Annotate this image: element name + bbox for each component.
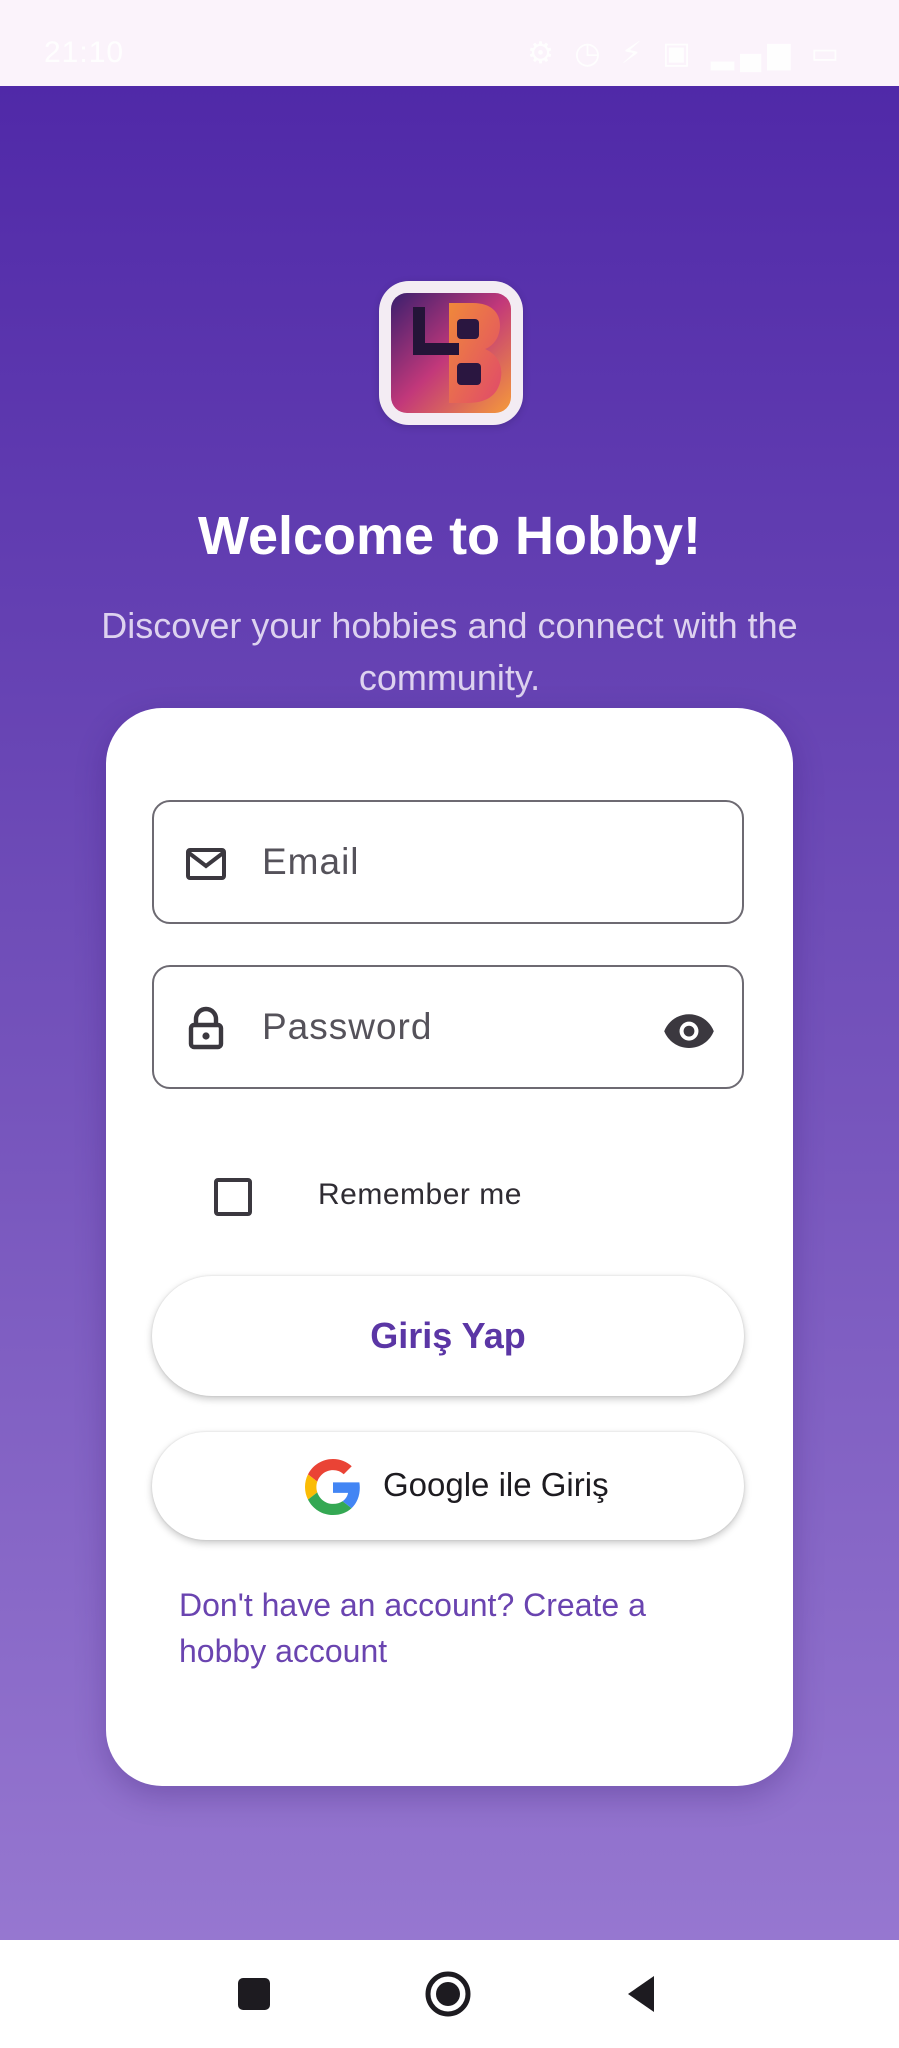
mail-icon (186, 848, 226, 880)
status-bar: 21:10 ⚙ ◷ ⚡ ▣ ▂▄▆ ▭ (0, 0, 899, 86)
welcome-subtitle: Discover your hobbies and connect with t… (101, 605, 798, 698)
remember-me-label: Remember me (318, 1178, 522, 1211)
email-input[interactable] (262, 832, 682, 892)
eye-icon[interactable] (662, 1003, 716, 1057)
remember-me-checkbox[interactable] (214, 1178, 252, 1216)
login-card: Remember me Giriş Yap Google ile Giriş D… (106, 708, 793, 1786)
create-account-link[interactable]: Don't have an account? Create a hobby ac… (179, 1582, 699, 1674)
google-login-label: Google ile Giriş (383, 1466, 609, 1503)
password-input[interactable] (262, 997, 682, 1057)
email-field[interactable] (152, 800, 744, 924)
login-button[interactable]: Giriş Yap (152, 1276, 744, 1396)
remember-me-row[interactable]: Remember me (210, 1158, 610, 1238)
back-triangle-icon[interactable] (614, 1966, 670, 2022)
status-time: 21:10 (44, 36, 125, 69)
recents-square-icon[interactable] (226, 1966, 282, 2022)
home-circle-icon[interactable] (420, 1966, 476, 2022)
app-logo (379, 281, 523, 425)
navigation-bar (0, 1940, 899, 2048)
login-screen: 21:10 ⚙ ◷ ⚡ ▣ ▂▄▆ ▭ Welcome to Hobby! Di… (0, 0, 899, 2048)
status-icons: ⚙ ◷ ⚡ ▣ ▂▄▆ ▭ (527, 37, 845, 70)
google-g-icon (305, 1459, 360, 1515)
password-field[interactable] (152, 965, 744, 1089)
lock-icon (188, 1006, 224, 1050)
hobby-logo-icon (391, 293, 511, 413)
google-login-button[interactable]: Google ile Giriş (152, 1432, 744, 1540)
welcome-title: Welcome to Hobby! (197, 506, 702, 566)
